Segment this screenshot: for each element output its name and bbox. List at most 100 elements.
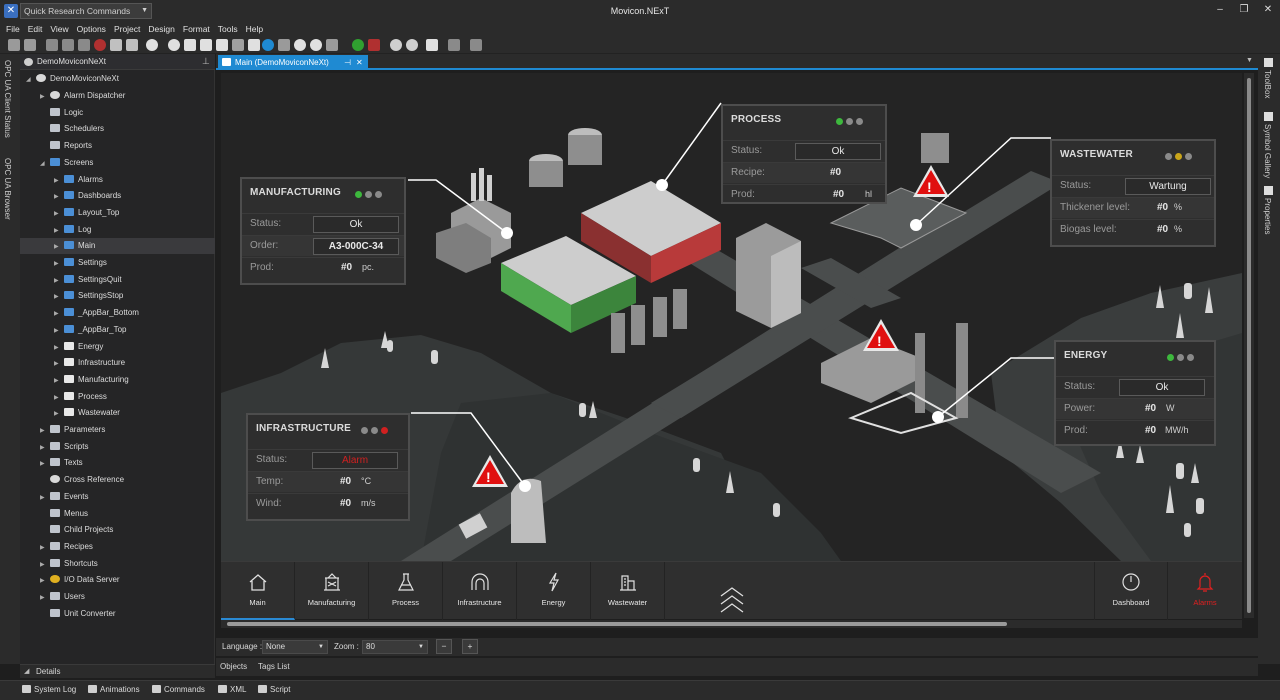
tab-system-log[interactable]: System Log bbox=[22, 685, 76, 694]
tab-opc-ua-client-status[interactable]: OPC UA Client Status bbox=[3, 60, 12, 138]
chevron-right-icon[interactable]: ▶ bbox=[54, 273, 64, 289]
nav-energy-button[interactable]: Energy bbox=[517, 562, 591, 620]
tree-item-layout-top[interactable]: ▶ Layout_Top bbox=[20, 205, 215, 221]
settings-icon[interactable] bbox=[278, 39, 290, 51]
chevron-right-icon[interactable]: ▶ bbox=[40, 573, 50, 589]
list-icon[interactable] bbox=[126, 39, 138, 51]
chevron-up-icon[interactable] bbox=[719, 586, 745, 618]
tab-script[interactable]: Script bbox=[258, 685, 290, 694]
chevron-down-icon[interactable]: ◢ bbox=[40, 156, 50, 172]
chevron-right-icon[interactable]: ▶ bbox=[54, 390, 64, 406]
scroll-thumb[interactable] bbox=[227, 622, 1007, 626]
tree-item-recipes[interactable]: ▶ Recipes bbox=[20, 539, 215, 555]
tree-item-process[interactable]: ▶ Process bbox=[20, 389, 215, 405]
tree-item-cross-reference[interactable]: Cross Reference bbox=[20, 472, 215, 488]
zoom-out-icon[interactable]: − bbox=[436, 639, 452, 654]
tree-item-settingsquit[interactable]: ▶ SettingsQuit bbox=[20, 272, 215, 288]
tab-symbol-gallery[interactable]: Symbol Gallery bbox=[1263, 124, 1272, 178]
save-all-icon[interactable] bbox=[248, 39, 260, 51]
stop-circle-icon[interactable] bbox=[310, 39, 322, 51]
pin-icon[interactable]: ⊥ bbox=[202, 56, 210, 67]
check-icon[interactable] bbox=[262, 39, 274, 51]
chevron-right-icon[interactable]: ▶ bbox=[40, 590, 50, 606]
menu-view[interactable]: View bbox=[46, 22, 72, 36]
tree-item-users[interactable]: ▶ Users bbox=[20, 589, 215, 605]
chevron-right-icon[interactable]: ▶ bbox=[40, 89, 50, 105]
cancel-icon[interactable] bbox=[294, 39, 306, 51]
zoom-select[interactable]: 80 ▼ bbox=[362, 640, 428, 654]
pin-icon[interactable] bbox=[448, 39, 460, 51]
help-icon[interactable] bbox=[146, 39, 158, 51]
undo-icon[interactable] bbox=[8, 39, 20, 51]
quick-commands-input[interactable]: Quick Research Commands ▼ bbox=[20, 3, 152, 19]
menu-design[interactable]: Design bbox=[144, 22, 178, 36]
chevron-right-icon[interactable]: ▶ bbox=[54, 373, 64, 389]
details-bar[interactable]: ◢ Details bbox=[20, 664, 215, 678]
chevron-right-icon[interactable]: ▶ bbox=[40, 456, 50, 472]
chevron-right-icon[interactable]: ▶ bbox=[54, 306, 64, 322]
energy-panel[interactable]: ENERGY Status: Ok Power: #0 W Prod: #0 M… bbox=[1054, 340, 1216, 446]
globe-icon[interactable] bbox=[390, 39, 402, 51]
close-icon[interactable]: ✕ bbox=[1256, 0, 1280, 20]
tab-toolbox[interactable]: ToolBox bbox=[1263, 70, 1272, 98]
nav-manufacturing-button[interactable]: Manufacturing bbox=[295, 562, 369, 620]
chevron-right-icon[interactable]: ▶ bbox=[40, 557, 50, 573]
tree-item-dashboards[interactable]: ▶ Dashboards bbox=[20, 188, 215, 204]
save-icon[interactable] bbox=[216, 39, 228, 51]
folder-open-icon[interactable] bbox=[184, 39, 196, 51]
minus-icon[interactable] bbox=[168, 39, 180, 51]
tree-item-shortcuts[interactable]: ▶ Shortcuts bbox=[20, 556, 215, 572]
nav-alarms-button[interactable]: Alarms bbox=[1168, 562, 1242, 620]
tree-item-wastewater[interactable]: ▶ Wastewater bbox=[20, 405, 215, 421]
disk-icon[interactable] bbox=[232, 39, 244, 51]
nav-process-button[interactable]: Process bbox=[369, 562, 443, 620]
chevron-right-icon[interactable]: ▶ bbox=[54, 173, 64, 189]
alarm-icon[interactable]: ! bbox=[913, 165, 949, 197]
infrastructure-panel[interactable]: INFRASTRUCTURE Status: Alarm Temp: #0 °C… bbox=[246, 413, 410, 521]
chevron-right-icon[interactable]: ▶ bbox=[54, 206, 64, 222]
process-panel[interactable]: PROCESS Status: Ok Recipe: #0 Prod: #0 h… bbox=[721, 104, 887, 204]
chevron-right-icon[interactable]: ▶ bbox=[40, 490, 50, 506]
tree-item-texts[interactable]: ▶ Texts bbox=[20, 455, 215, 471]
chevron-down-icon[interactable]: ◢ bbox=[24, 667, 29, 675]
language-select[interactable]: None ▼ bbox=[262, 640, 328, 654]
network-icon[interactable] bbox=[470, 39, 482, 51]
tree-item-reports[interactable]: Reports bbox=[20, 138, 215, 154]
chevron-right-icon[interactable]: ▶ bbox=[40, 440, 50, 456]
record-icon[interactable] bbox=[94, 39, 106, 51]
chevron-right-icon[interactable]: ▶ bbox=[54, 406, 64, 422]
menu-format[interactable]: Format bbox=[179, 22, 214, 36]
chevron-down-icon[interactable]: ▼ bbox=[141, 4, 148, 18]
chevron-right-icon[interactable]: ▶ bbox=[54, 323, 64, 339]
manufacturing-panel[interactable]: MANUFACTURING Status: Ok Order: A3-000C-… bbox=[240, 177, 406, 285]
chevron-right-icon[interactable]: ▶ bbox=[40, 540, 50, 556]
chevron-right-icon[interactable]: ▶ bbox=[54, 340, 64, 356]
tree-item-settings[interactable]: ▶ Settings bbox=[20, 255, 215, 271]
horizontal-scrollbar[interactable] bbox=[221, 620, 1242, 628]
tree-item-alarm-dispatcher[interactable]: ▶ Alarm Dispatcher bbox=[20, 88, 215, 104]
chevron-right-icon[interactable]: ▶ bbox=[54, 189, 64, 205]
tree-item-manufacturing[interactable]: ▶ Manufacturing bbox=[20, 372, 215, 388]
wastewater-panel[interactable]: WASTEWATER Status: Wartung Thickener lev… bbox=[1050, 139, 1216, 247]
tab-properties[interactable]: Properties bbox=[1263, 198, 1272, 234]
scroll-thumb[interactable] bbox=[1247, 78, 1251, 613]
chevron-right-icon[interactable]: ▶ bbox=[54, 239, 64, 255]
tree-root[interactable]: ◢ DemoMoviconNeXt bbox=[20, 71, 215, 87]
tab-opc-ua-browser[interactable]: OPC UA Browser bbox=[3, 158, 12, 220]
tree-item-infrastructure[interactable]: ▶ Infrastructure bbox=[20, 355, 215, 371]
menu-project[interactable]: Project bbox=[110, 22, 144, 36]
tree-item-log[interactable]: ▶ Log bbox=[20, 222, 215, 238]
web-icon[interactable] bbox=[406, 39, 418, 51]
chevron-right-icon[interactable]: ▶ bbox=[40, 423, 50, 439]
tab-xml[interactable]: XML bbox=[218, 685, 246, 694]
minimize-icon[interactable]: – bbox=[1208, 0, 1232, 20]
menu-edit[interactable]: Edit bbox=[24, 22, 47, 36]
tree-item-logic[interactable]: Logic bbox=[20, 105, 215, 121]
menu-help[interactable]: Help bbox=[242, 22, 267, 36]
tree-item-settingsstop[interactable]: ▶ SettingsStop bbox=[20, 288, 215, 304]
tree-item-child-projects[interactable]: Child Projects bbox=[20, 522, 215, 538]
nav-infrastructure-button[interactable]: Infrastructure bbox=[443, 562, 517, 620]
menu-options[interactable]: Options bbox=[73, 22, 110, 36]
tree-item-alarms[interactable]: ▶ Alarms bbox=[20, 172, 215, 188]
edit-icon[interactable] bbox=[110, 39, 122, 51]
